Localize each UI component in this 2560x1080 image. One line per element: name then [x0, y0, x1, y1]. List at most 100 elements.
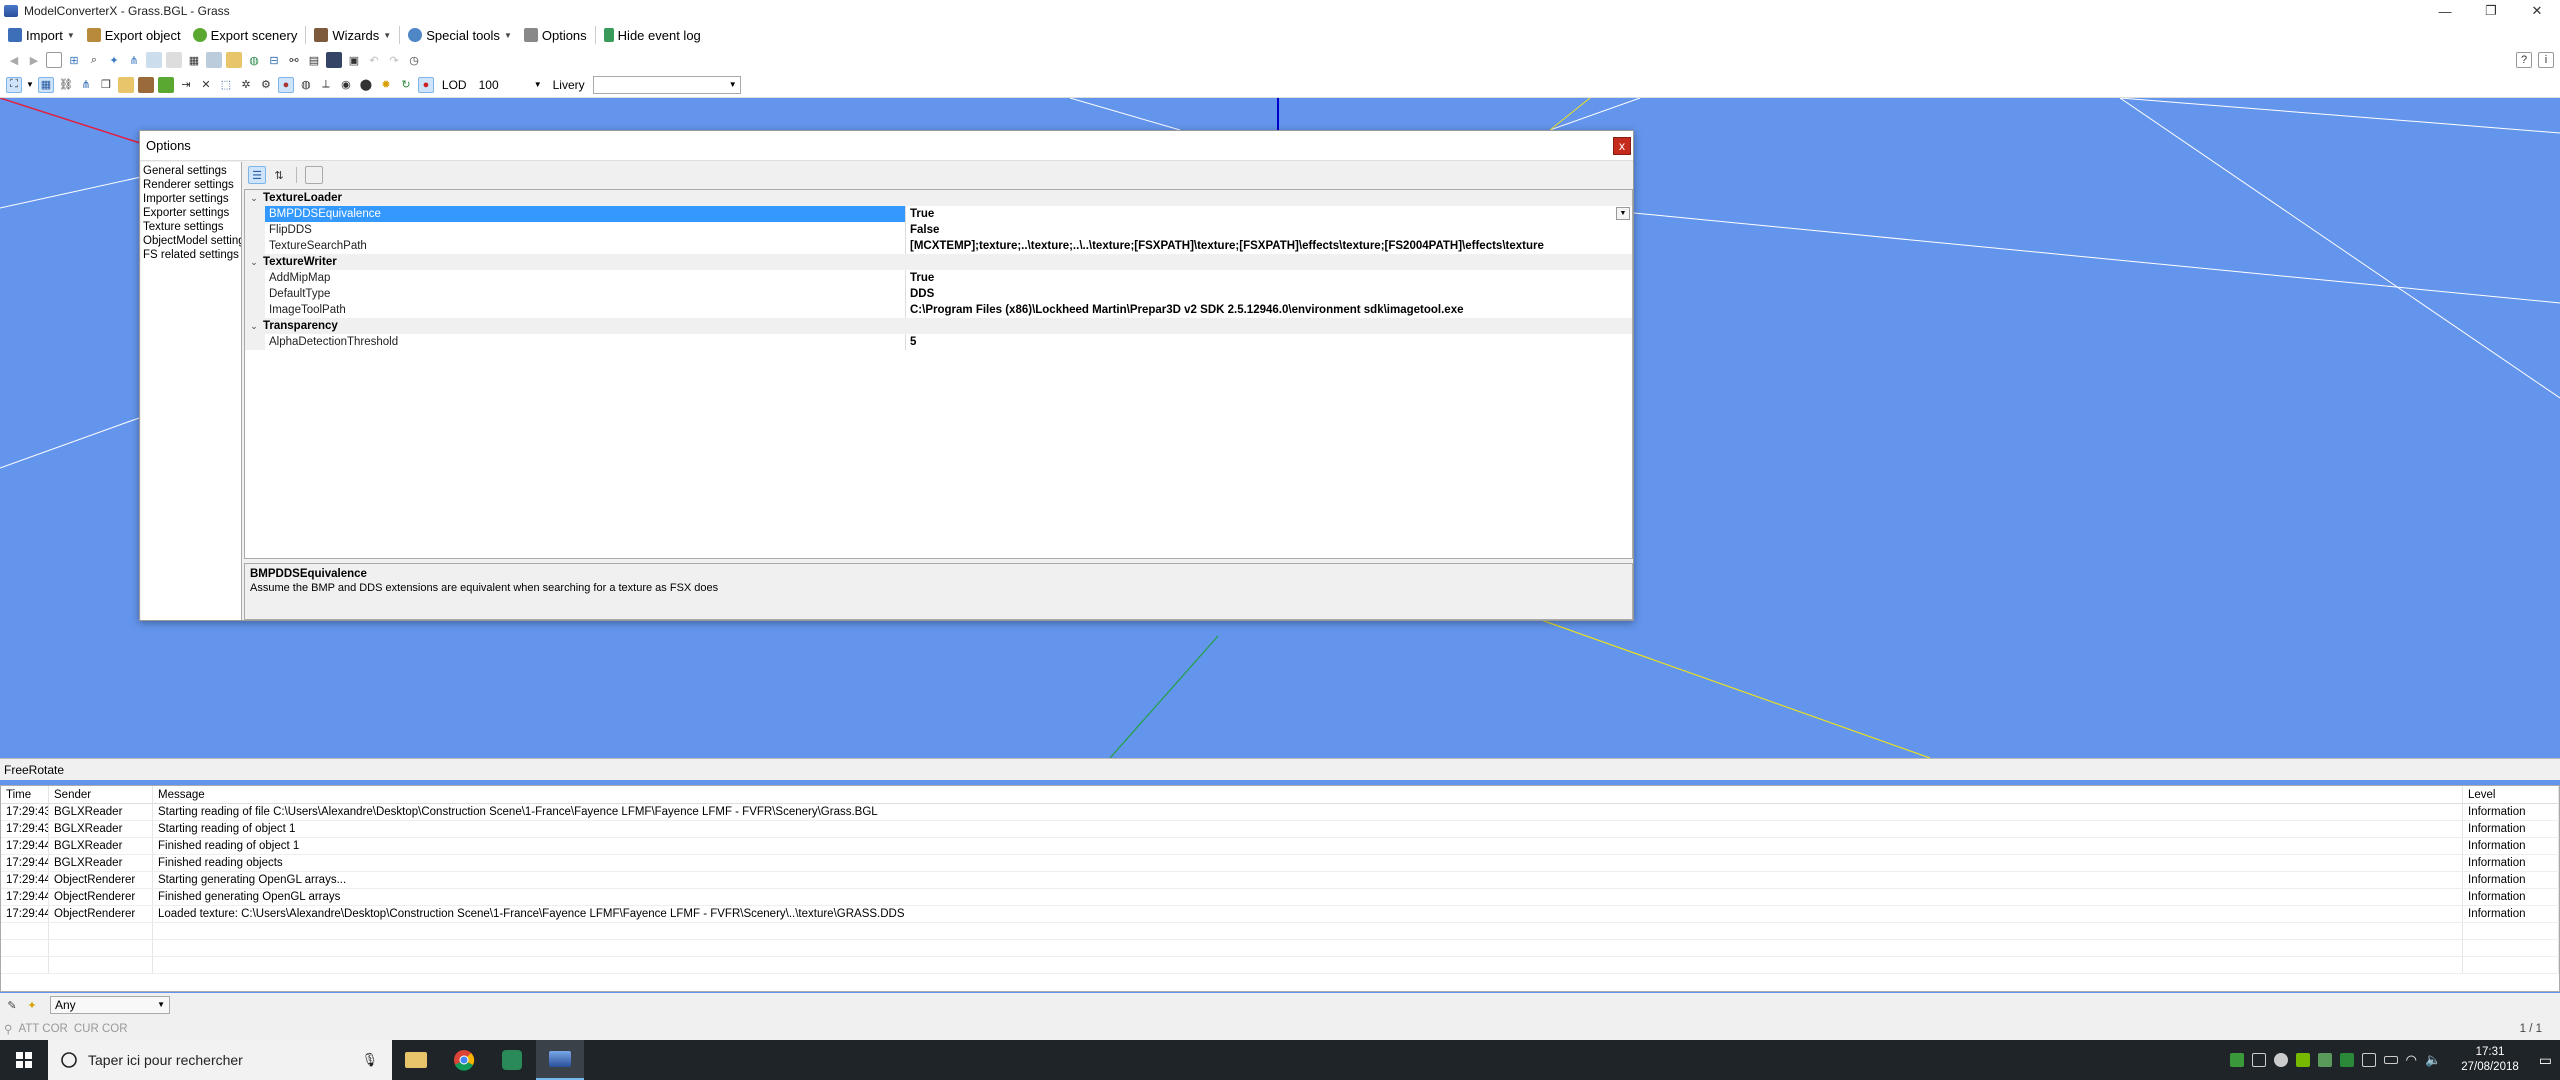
chevron-down-icon[interactable]: ▼ — [26, 80, 34, 89]
property-value[interactable]: True ▼ — [906, 206, 1632, 222]
material-icon[interactable] — [137, 76, 154, 93]
gear-icon[interactable]: ✲ — [238, 77, 254, 93]
ball-icon[interactable]: ◉ — [338, 77, 354, 93]
table-row[interactable]: 17:29:44 BGLXReader Finished reading objec… — [1, 855, 2559, 872]
hierarchy-blue-icon[interactable]: ⊟ — [266, 52, 282, 68]
table-row[interactable]: 17:29:44 ObjectRenderer Finished generatin… — [1, 889, 2559, 906]
menu-export-object[interactable]: Export object — [81, 24, 187, 46]
tray-network-icon[interactable] — [2339, 1053, 2354, 1067]
level-filter-select[interactable]: Any ▼ — [50, 996, 170, 1014]
sun-icon[interactable]: ✹ — [378, 77, 394, 93]
list-icon[interactable] — [46, 52, 62, 68]
notification-icon[interactable]: ▭ — [2539, 1052, 2552, 1069]
categorized-icon[interactable]: ☰ — [248, 166, 266, 184]
taskbar-file-explorer[interactable] — [392, 1040, 440, 1080]
film-icon[interactable]: ▦ — [186, 52, 202, 68]
livery-select[interactable]: ▼ — [592, 75, 741, 94]
panel-icon[interactable]: ▣ — [346, 52, 362, 68]
tray-sync-icon[interactable] — [2317, 1053, 2332, 1067]
menu-export-scenery[interactable]: Export scenery — [187, 24, 304, 46]
options-close-button[interactable]: x — [1613, 137, 1631, 155]
sphere-icon[interactable]: ● — [277, 76, 294, 93]
undo-icon[interactable]: ↶ — [366, 52, 382, 68]
property-row[interactable]: TextureSearchPath [MCXTEMP];texture;..\t… — [245, 238, 1632, 254]
lod-select[interactable]: 100 ▼ — [474, 75, 545, 94]
tray-app-icon[interactable] — [2229, 1053, 2244, 1067]
hierarchy-icon[interactable]: ⋔ — [78, 77, 94, 93]
axis-icon[interactable]: ⟂ — [318, 77, 334, 93]
minimize-button[interactable]: — — [2422, 0, 2468, 22]
clock[interactable]: 17:31 27/08/2018 — [2461, 1045, 2519, 1075]
taskbar-modelconverterx[interactable] — [536, 1040, 584, 1080]
hierarchy-icon[interactable]: ⊞ — [66, 52, 82, 68]
terrain-icon[interactable] — [157, 76, 174, 93]
clock-icon[interactable]: ◷ — [406, 52, 422, 68]
table-row[interactable]: 17:29:43 BGLXReader Starting reading of fi… — [1, 804, 2559, 821]
cube-icon[interactable]: ❒ — [98, 77, 114, 93]
globe-icon[interactable]: ◍ — [298, 77, 314, 93]
collapse-icon[interactable]: ⌄ — [245, 257, 263, 268]
paint-icon[interactable]: ⬤ — [358, 77, 374, 93]
volume-icon[interactable]: 🔈 — [2425, 1052, 2441, 1068]
property-row[interactable]: ImageToolPath C:\Program Files (x86)\Loc… — [245, 302, 1632, 318]
nav-texture-settings[interactable]: Texture settings — [141, 220, 241, 234]
tray-shield-icon[interactable] — [2273, 1053, 2288, 1067]
tray-usb-icon[interactable] — [2361, 1053, 2376, 1067]
tray-gpu-icon[interactable] — [2295, 1053, 2310, 1067]
menu-special-tools[interactable]: Special tools ▼ — [402, 24, 518, 46]
property-value[interactable]: DDS — [906, 286, 1632, 302]
category-transparency[interactable]: ⌄ Transparency — [245, 318, 1632, 334]
edit-icon[interactable]: ✎ — [4, 997, 20, 1013]
taskbar-search[interactable]: Taper ici pour rechercher 🎙 — [48, 1040, 392, 1080]
column-sender[interactable]: Sender — [49, 786, 153, 803]
start-button[interactable] — [0, 1040, 48, 1080]
cog-icon[interactable]: ⚙ — [258, 77, 274, 93]
grid-icon[interactable]: ▤ — [306, 52, 322, 68]
tray-monitor-icon[interactable] — [2251, 1053, 2266, 1067]
monitor-icon[interactable] — [326, 52, 342, 68]
tree-icon[interactable]: ⋔ — [126, 52, 142, 68]
property-value[interactable]: 5 — [906, 334, 1632, 350]
tray-battery-icon[interactable] — [2383, 1056, 2398, 1064]
filter-icon[interactable]: ✦ — [24, 997, 40, 1013]
collapse-icon[interactable]: ⌄ — [245, 321, 263, 332]
collapse-icon[interactable]: ⌄ — [245, 193, 263, 204]
taskbar-chrome[interactable] — [440, 1040, 488, 1080]
camera-view-icon[interactable]: ⛶ — [6, 76, 22, 93]
chevron-down-icon[interactable]: ▼ — [1616, 207, 1630, 220]
folder-icon[interactable] — [226, 52, 242, 68]
property-pages-icon[interactable] — [305, 166, 323, 184]
microphone-icon[interactable]: 🎙 — [361, 1052, 378, 1068]
connect-icon[interactable]: ⚯ — [286, 52, 302, 68]
column-time[interactable]: Time — [1, 786, 49, 803]
menu-hide-event-log[interactable]: Hide event log — [598, 24, 707, 46]
wifi-icon[interactable]: ◠ — [2406, 1052, 2417, 1068]
pin-icon[interactable]: ✦ — [106, 52, 122, 68]
close-window-button[interactable]: ✕ — [2514, 0, 2560, 22]
taskbar-app-green[interactable] — [488, 1040, 536, 1080]
property-row[interactable]: BMPDDSEquivalence True ▼ — [245, 206, 1632, 222]
property-value[interactable]: False — [906, 222, 1632, 238]
menu-options[interactable]: Options — [518, 24, 593, 46]
property-value[interactable]: C:\Program Files (x86)\Lockheed Martin\P… — [906, 302, 1632, 318]
restore-button[interactable]: ❐ — [2468, 0, 2514, 22]
property-row[interactable]: AddMipMap True — [245, 270, 1632, 286]
property-value[interactable]: True — [906, 270, 1632, 286]
link-icon[interactable]: ⛓ — [58, 77, 74, 93]
property-row[interactable]: DefaultType DDS — [245, 286, 1632, 302]
zoom-icon[interactable]: ⌕ — [86, 52, 102, 68]
table-row[interactable]: 17:29:44 ObjectRenderer Loaded texture: C:… — [1, 906, 2559, 923]
forward-arrow-icon[interactable]: ▶ — [26, 52, 42, 68]
table-row[interactable]: 17:29:44 ObjectRenderer Starting generatin… — [1, 872, 2559, 889]
redo-icon[interactable]: ↷ — [386, 52, 402, 68]
refresh-icon[interactable]: ↻ — [398, 77, 414, 93]
nav-exporter-settings[interactable]: Exporter settings — [141, 206, 241, 220]
column-message[interactable]: Message — [153, 786, 2463, 803]
property-value[interactable]: [MCXTEMP];texture;..\texture;..\..\textu… — [906, 238, 1632, 254]
nav-objectmodel-settings[interactable]: ObjectModel settings — [141, 234, 241, 248]
property-row[interactable]: FlipDDS False — [245, 222, 1632, 238]
category-textureloader[interactable]: ⌄ TextureLoader — [245, 190, 1632, 206]
arrows-icon[interactable]: ⇥ — [178, 77, 194, 93]
grid-view-icon[interactable]: ▦ — [37, 76, 54, 93]
nav-renderer-settings[interactable]: Renderer settings — [141, 178, 241, 192]
